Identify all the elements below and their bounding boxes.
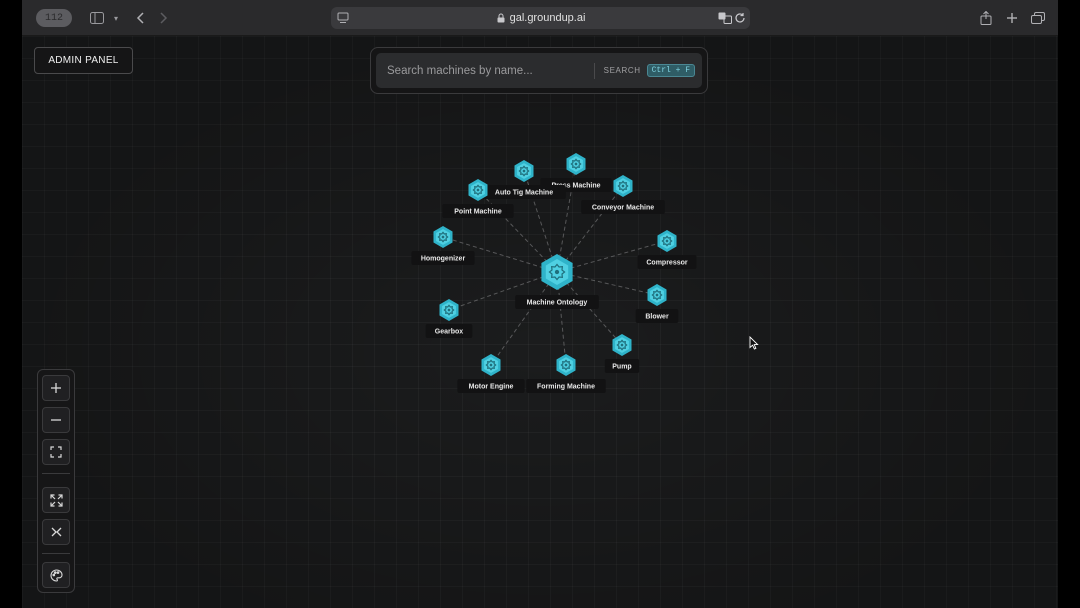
graph-edge: [477, 189, 558, 273]
node-label: Gearbox: [435, 329, 464, 336]
ontology-graph: Press MachineAuto Tig MachineConveyor Ma…: [411, 153, 697, 393]
gear-center: [447, 308, 451, 312]
graph-edge: [490, 271, 558, 366]
theme-button[interactable]: [42, 562, 70, 588]
admin-panel-button[interactable]: ADMIN PANEL: [34, 47, 133, 74]
node-label: Conveyor Machine: [592, 205, 654, 212]
tab-overview-icon[interactable]: [1030, 9, 1046, 27]
gear-center: [574, 162, 578, 166]
gear-center: [489, 363, 493, 367]
minus-icon: [51, 419, 61, 421]
gear-center: [522, 169, 526, 173]
collapse-icon: [51, 527, 61, 537]
node-label: Motor Engine: [469, 384, 514, 391]
search-panel: SEARCH Ctrl + F: [370, 47, 708, 94]
new-tab-icon[interactable]: [1004, 9, 1020, 27]
graph-node[interactable]: Forming Machine: [526, 354, 606, 393]
graph-node[interactable]: Compressor: [637, 230, 697, 269]
node-label: Blower: [645, 314, 669, 321]
sidebar-toggle-icon[interactable]: [88, 9, 106, 27]
fit-view-button[interactable]: [42, 439, 70, 465]
lock-icon: [497, 13, 505, 23]
node-label: Homogenizer: [421, 256, 466, 263]
url-text: gal.groundup.ai: [509, 12, 586, 24]
graph-controls: [37, 369, 75, 593]
expand-icon: [49, 493, 63, 507]
collapse-button[interactable]: [42, 519, 70, 545]
share-icon[interactable]: [978, 9, 994, 27]
gear-center: [620, 343, 624, 347]
zoom-in-button[interactable]: [42, 375, 70, 401]
expand-button[interactable]: [42, 487, 70, 513]
graph-center-node[interactable]: Machine Ontology: [515, 254, 599, 309]
graph-canvas[interactable]: Press Machine Auto Tig Machine Conveyor Ma…: [22, 36, 1058, 608]
graph-node[interactable]: Motor Engine: [457, 354, 525, 393]
node-label: Point Machine: [454, 209, 502, 216]
address-bar[interactable]: gal.groundup.ai: [331, 7, 750, 29]
translate-icon[interactable]: [718, 12, 732, 24]
graph-node[interactable]: Homogenizer: [411, 226, 475, 265]
toolbar-divider: [42, 473, 70, 474]
node-label: Machine Ontology: [527, 300, 588, 307]
gear-center: [655, 293, 659, 297]
site-settings-icon[interactable]: [337, 12, 349, 24]
gear-center: [554, 269, 560, 275]
zoom-out-button[interactable]: [42, 407, 70, 433]
graph-edge: [556, 185, 624, 273]
reload-icon[interactable]: [734, 12, 746, 24]
graph-node[interactable]: Gearbox: [425, 299, 473, 338]
plus-icon: [51, 383, 61, 393]
tab-count-badge[interactable]: 112: [36, 9, 72, 27]
toolbar-divider: [42, 553, 70, 554]
search-divider: [593, 62, 595, 79]
node-label: Forming Machine: [537, 384, 595, 391]
back-icon[interactable]: [132, 9, 148, 27]
graph-node[interactable]: Pump: [604, 334, 640, 373]
gear-center: [621, 184, 625, 188]
node-label: Pump: [612, 364, 631, 371]
node-label: Auto Tig Machine: [495, 190, 553, 197]
palette-icon: [50, 568, 63, 582]
shortcut-badge: Ctrl + F: [646, 64, 695, 77]
search-button[interactable]: SEARCH: [604, 66, 641, 75]
chevron-down-icon[interactable]: ▾: [110, 9, 122, 27]
search-input[interactable]: [376, 53, 594, 88]
mouse-cursor-icon: [749, 336, 759, 350]
node-label: Compressor: [646, 260, 688, 267]
search-box: SEARCH Ctrl + F: [376, 53, 702, 88]
forward-icon[interactable]: [156, 9, 172, 27]
gear-center: [564, 363, 568, 367]
gear-center: [441, 235, 445, 239]
browser-toolbar: 112 ▾ gal.groundup.ai: [22, 0, 1058, 36]
graph-node[interactable]: Blower: [635, 284, 679, 323]
fit-view-icon: [50, 446, 62, 458]
gear-center: [665, 239, 669, 243]
gear-center: [476, 188, 480, 192]
